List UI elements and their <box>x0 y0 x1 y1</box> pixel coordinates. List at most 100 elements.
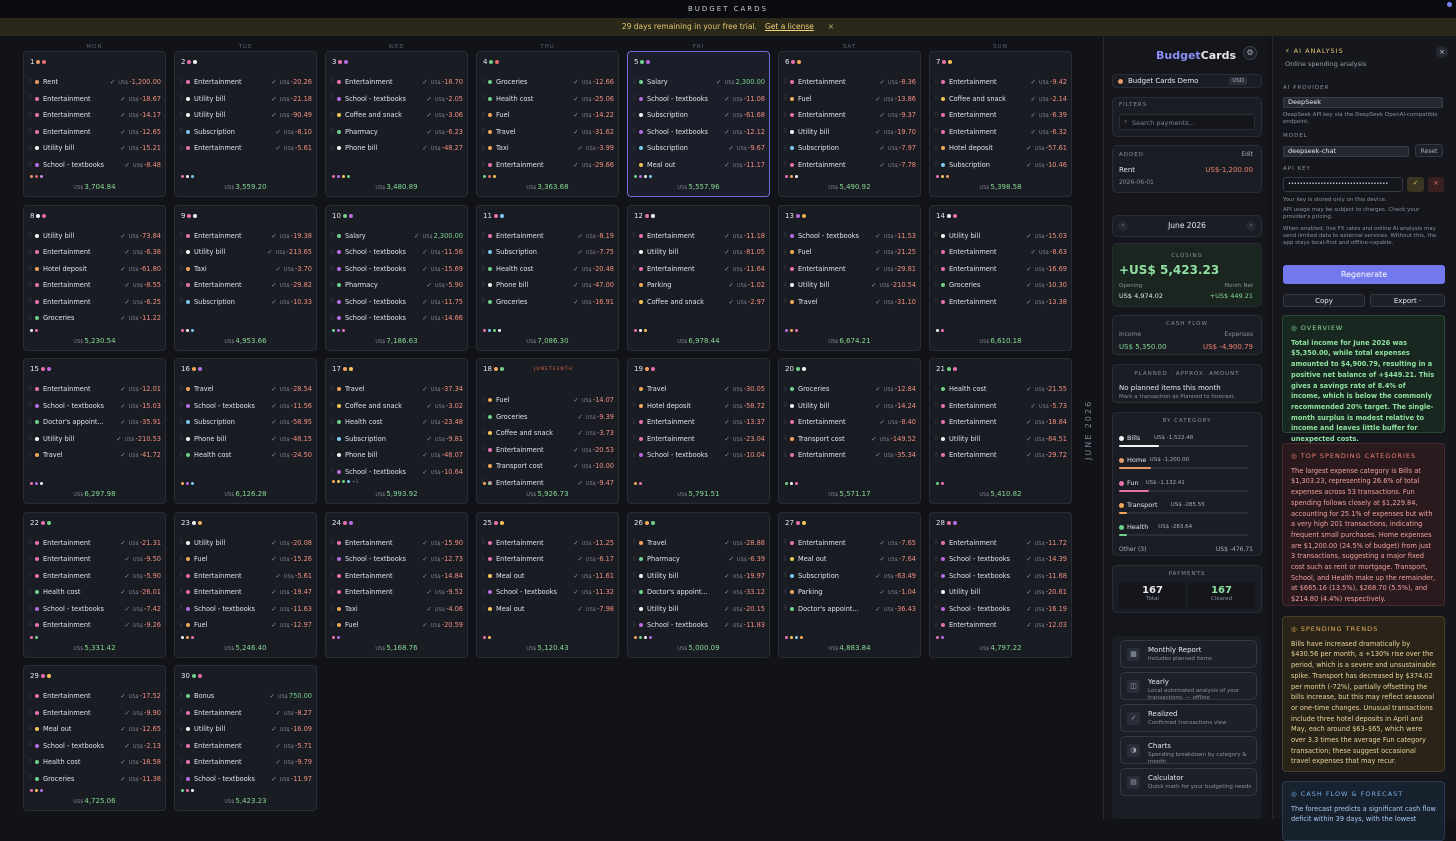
transaction-row[interactable]: ⠿ Entertainment ✓ US$-16.69 <box>934 261 1067 278</box>
check-icon[interactable]: ✓ <box>573 95 578 103</box>
transaction-row[interactable]: ⠿ Entertainment ✓ US$-18.84 <box>934 414 1067 431</box>
check-icon[interactable]: ✓ <box>573 588 578 596</box>
transaction-row[interactable]: ⠿ Entertainment ✓ US$-11.25 <box>481 535 614 552</box>
next-month-icon[interactable]: › <box>1246 221 1256 231</box>
drag-handle-icon[interactable]: ⠿ <box>179 556 185 563</box>
check-icon[interactable]: ✓ <box>124 709 129 717</box>
check-icon[interactable]: ✓ <box>1030 78 1035 86</box>
transaction-row[interactable]: ⠿ Taxi ✓ US$-4.06 <box>330 601 463 618</box>
transaction-row[interactable]: ⠿ School - textbooks ✓ US$-11.68 <box>934 568 1067 585</box>
transaction-row[interactable]: ⠿ Meal out ✓ US$-7.98 <box>481 601 614 618</box>
check-icon[interactable]: ✓ <box>422 555 427 563</box>
drag-handle-icon[interactable]: ⠿ <box>783 386 789 393</box>
transaction-row[interactable]: ⠿ Subscription ✓ US$-10.33 <box>179 294 312 311</box>
check-icon[interactable]: ✓ <box>275 144 280 152</box>
drag-handle-icon[interactable]: ⠿ <box>179 79 185 86</box>
check-icon[interactable]: ✓ <box>275 709 280 717</box>
drag-handle-icon[interactable]: ⠿ <box>179 95 185 102</box>
check-icon[interactable]: ✓ <box>271 588 276 596</box>
check-icon[interactable]: ✓ <box>724 111 729 119</box>
check-icon[interactable]: ✓ <box>724 161 729 169</box>
day-card[interactable]: 8 ⠿ Utility bill ✓ US$-73.84 ⠿ Entertainment ✓ U… <box>23 204 166 351</box>
drag-handle-icon[interactable]: ⠿ <box>632 572 638 579</box>
account-selector[interactable]: Budget Cards Demo USD <box>1112 74 1262 88</box>
transaction-row[interactable]: ⠿ School - textbooks ✓ US$-11.97 <box>179 771 312 788</box>
drag-handle-icon[interactable]: ⠿ <box>28 556 34 563</box>
check-icon[interactable]: ✓ <box>269 692 274 700</box>
drag-handle-icon[interactable]: ⠿ <box>934 145 940 152</box>
drag-handle-icon[interactable]: ⠿ <box>934 128 940 135</box>
check-icon[interactable]: ✓ <box>1026 418 1031 426</box>
drag-handle-icon[interactable]: ⠿ <box>934 265 940 272</box>
transaction-row[interactable]: ⠿ Groceries ✓ US$-10.30 <box>934 277 1067 294</box>
drag-handle-icon[interactable]: ⠿ <box>28 402 34 409</box>
check-icon[interactable]: ✓ <box>875 572 880 580</box>
drag-handle-icon[interactable]: ⠿ <box>481 298 487 305</box>
drag-handle-icon[interactable]: ⠿ <box>934 232 940 239</box>
drag-handle-icon[interactable]: ⠿ <box>179 265 185 272</box>
check-icon[interactable]: ✓ <box>577 479 582 487</box>
check-icon[interactable]: ✓ <box>124 281 129 289</box>
check-icon[interactable]: ✓ <box>422 572 427 580</box>
get-license-link[interactable]: Get a license <box>765 22 814 31</box>
drag-handle-icon[interactable]: ⠿ <box>481 145 487 152</box>
drag-handle-icon[interactable]: ⠿ <box>783 419 789 426</box>
check-icon[interactable]: ✓ <box>728 298 733 306</box>
drag-handle-icon[interactable]: ⠿ <box>330 622 336 629</box>
drag-handle-icon[interactable]: ⠿ <box>783 556 789 563</box>
check-icon[interactable]: ✓ <box>875 128 880 136</box>
check-icon[interactable]: ✓ <box>577 232 582 240</box>
day-card[interactable]: 3 ⠿ Entertainment ✓ US$-18.70 ⠿ School - textb… <box>325 51 468 197</box>
day-card[interactable]: 7 ⠿ Entertainment ✓ US$-9.42 ⠿ Coffee and snac… <box>929 51 1072 197</box>
transaction-row[interactable]: ⠿ Entertainment ✓ US$-5.73 <box>934 398 1067 415</box>
check-icon[interactable]: ✓ <box>724 128 729 136</box>
transaction-row[interactable]: ⠿ Fuel ✓ US$-20.59 <box>330 617 463 634</box>
drag-handle-icon[interactable]: ⠿ <box>179 249 185 256</box>
drag-handle-icon[interactable]: ⠿ <box>783 402 789 409</box>
check-icon[interactable]: ✓ <box>879 111 884 119</box>
drag-handle-icon[interactable]: ⠿ <box>934 452 940 459</box>
drag-handle-icon[interactable]: ⠿ <box>28 605 34 612</box>
check-icon[interactable]: ✓ <box>422 418 427 426</box>
drag-handle-icon[interactable]: ⠿ <box>179 282 185 289</box>
check-icon[interactable]: ✓ <box>120 385 125 393</box>
check-icon[interactable]: ✓ <box>124 298 129 306</box>
api-key-input[interactable]: •••••••••••••••••••••••••••••••••• <box>1283 177 1403 192</box>
day-card[interactable]: 26 ⠿ Travel ✓ US$-28.88 ⠿ Pharmacy ✓ US$-6.39 ⠿ Ut… <box>627 511 770 658</box>
transaction-row[interactable]: ⠿ Subscription ✓ US$-61.68 <box>632 107 765 124</box>
transaction-row[interactable]: ⠿ Utility bill ✓ US$-84.51 <box>934 431 1067 448</box>
drag-handle-icon[interactable]: ⠿ <box>330 232 336 239</box>
transaction-row[interactable]: ⠿ Phone bill ✓ US$-47.00 <box>481 277 614 294</box>
transaction-row[interactable]: ⠿ Utility bill ✓ US$-21.18 <box>179 91 312 108</box>
check-icon[interactable]: ✓ <box>422 78 427 86</box>
drag-handle-icon[interactable]: ⠿ <box>481 413 487 420</box>
day-card[interactable]: 11 ⠿ Entertainment ✓ US$-8.19 ⠿ Subscription ✓ U… <box>476 204 619 351</box>
check-icon[interactable]: ✓ <box>271 402 276 410</box>
check-icon[interactable]: ✓ <box>724 95 729 103</box>
drag-handle-icon[interactable]: ⠿ <box>481 430 487 437</box>
drag-handle-icon[interactable]: ⠿ <box>330 265 336 272</box>
drag-handle-icon[interactable]: ⠿ <box>330 298 336 305</box>
check-icon[interactable]: ✓ <box>120 451 125 459</box>
transaction-row[interactable]: ⠿ School - textbooks ✓ US$-11.56 <box>179 398 312 415</box>
drag-handle-icon[interactable]: ⠿ <box>28 249 34 256</box>
drag-handle-icon[interactable]: ⠿ <box>330 452 336 459</box>
transaction-row[interactable]: ⠿ Subscription ✓ US$-58.95 <box>179 414 312 431</box>
drag-handle-icon[interactable]: ⠿ <box>179 572 185 579</box>
transaction-row[interactable]: ⠿ Health cost ✓ US$-21.55 <box>934 381 1067 398</box>
drag-handle-icon[interactable]: ⠿ <box>179 402 185 409</box>
transaction-row[interactable]: ⠿ Entertainment ✓ US$-11.64 <box>632 261 765 278</box>
drag-handle-icon[interactable]: ⠿ <box>783 589 789 596</box>
transaction-row[interactable]: ⠿ Entertainment ✓ US$-35.34 <box>783 447 916 464</box>
day-card[interactable]: 19 ⠿ Travel ✓ US$-30.05 ⠿ Hotel deposit ✓ US$-58… <box>627 358 770 504</box>
check-icon[interactable]: ✓ <box>724 435 729 443</box>
drag-handle-icon[interactable]: ⠿ <box>783 128 789 135</box>
drag-handle-icon[interactable]: ⠿ <box>481 128 487 135</box>
day-card[interactable]: 28 ⠿ Entertainment ✓ US$-11.72 ⠿ School - text… <box>929 511 1072 658</box>
transaction-row[interactable]: ⠿ Entertainment ✓ US$-6.38 <box>28 244 161 261</box>
check-icon[interactable]: ✓ <box>728 555 733 563</box>
check-icon[interactable]: ✓ <box>573 265 578 273</box>
day-card[interactable]: 6 ⠿ Entertainment ✓ US$-8.36 ⠿ Fuel ✓ US$-13.86 ⠿… <box>778 51 921 197</box>
transaction-row[interactable]: ⠿ Entertainment ✓ US$-9.52 <box>330 584 463 601</box>
check-icon[interactable]: ✓ <box>120 128 125 136</box>
